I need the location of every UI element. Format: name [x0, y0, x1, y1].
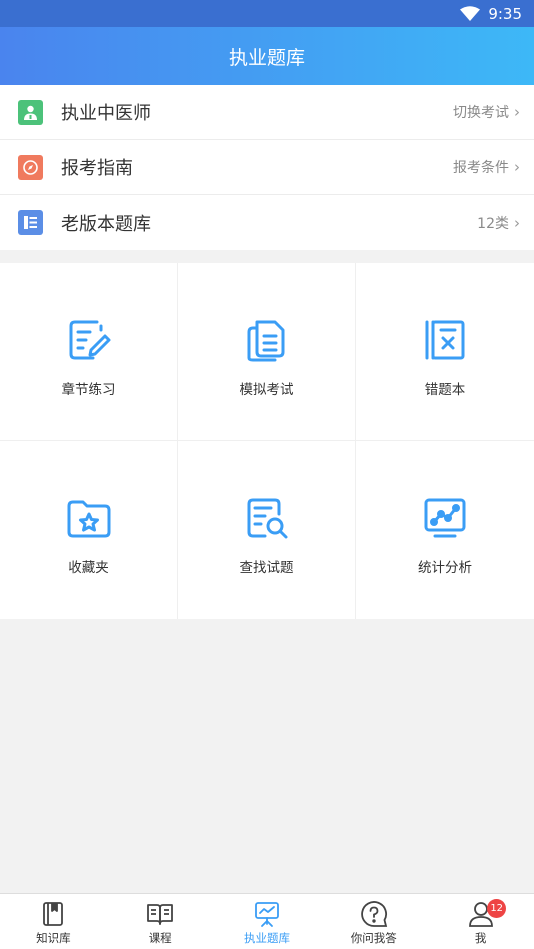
grid-item-label: 章节练习 — [61, 381, 116, 398]
menu-item-guide[interactable]: 报考指南 报考条件 › — [0, 140, 534, 195]
menu-item-action: 报考条件 › — [453, 158, 520, 176]
bottom-tab-bar: 知识库 课程 执业题库 你问我答 12 我 — [0, 893, 534, 949]
grid-item-statistics[interactable]: 统计分析 — [356, 441, 534, 619]
chevron-right-icon: › — [514, 103, 520, 121]
tab-me[interactable]: 12 我 — [427, 894, 534, 949]
book-icon — [43, 902, 64, 926]
menu-item-label: 老版本题库 — [61, 213, 151, 235]
grid-item-chapter-practice[interactable]: 章节练习 — [0, 263, 178, 441]
open-book-icon — [147, 904, 174, 925]
grid-item-label: 模拟考试 — [239, 381, 294, 398]
grid-item-favorites[interactable]: 收藏夹 — [0, 441, 178, 619]
presentation-icon — [255, 902, 279, 927]
question-icon — [361, 901, 387, 927]
menu-list: 执业中医师 切换考试 › 报考指南 报考条件 › 老版本题库 12类 › — [0, 85, 534, 250]
menu-item-label: 报考指南 — [61, 158, 133, 179]
search-doc-icon — [247, 498, 287, 539]
tab-label: 我 — [474, 931, 487, 945]
menu-item-old-bank[interactable]: 老版本题库 12类 › — [0, 195, 534, 250]
grid-item-label: 错题本 — [424, 381, 466, 398]
status-bar: 9:35 — [0, 0, 534, 27]
chevron-right-icon: › — [514, 213, 520, 232]
chart-icon — [424, 498, 466, 538]
grid-item-wrong-book[interactable]: 错题本 — [356, 263, 534, 441]
grid-item-label: 查找试题 — [239, 560, 294, 576]
tab-qa[interactable]: 你问我答 — [320, 894, 427, 949]
tab-label: 执业题库 — [243, 931, 290, 945]
chevron-right-icon: › — [514, 158, 520, 176]
tab-knowledge-base[interactable]: 知识库 — [0, 894, 107, 949]
status-time: 9:35 — [488, 4, 522, 23]
header: 执业题库 — [0, 27, 534, 85]
menu-item-action: 切换考试 › — [453, 103, 520, 121]
tab-label: 你问我答 — [350, 931, 397, 945]
documents-icon — [247, 320, 284, 361]
compass-icon — [18, 154, 43, 180]
tab-label: 知识库 — [36, 931, 71, 945]
tab-question-bank[interactable]: 执业题库 — [214, 894, 321, 949]
wifi-icon — [460, 5, 481, 22]
doctor-icon — [18, 99, 43, 125]
grid-item-mock-exam[interactable]: 模拟考试 — [178, 263, 356, 441]
grid-item-search-question[interactable]: 查找试题 — [178, 441, 356, 619]
function-grid: 章节练习 模拟考试 错题本 收藏夹 查找试题 统计分析 — [0, 263, 534, 619]
edit-doc-icon — [69, 320, 110, 359]
tab-courses[interactable]: 课程 — [107, 894, 214, 949]
page-title: 执业题库 — [228, 46, 305, 69]
grid-item-label: 收藏夹 — [68, 560, 109, 576]
menu-item-action: 12类 › — [477, 213, 520, 232]
menu-item-exam-type[interactable]: 执业中医师 切换考试 › — [0, 85, 534, 140]
bank-list-icon — [18, 210, 43, 235]
wrong-book-icon — [425, 320, 465, 359]
star-folder-icon — [67, 500, 110, 538]
notification-badge: 12 — [487, 899, 507, 918]
menu-item-label: 执业中医师 — [61, 103, 151, 124]
grid-item-label: 统计分析 — [418, 560, 472, 576]
tab-label: 课程 — [148, 931, 172, 945]
